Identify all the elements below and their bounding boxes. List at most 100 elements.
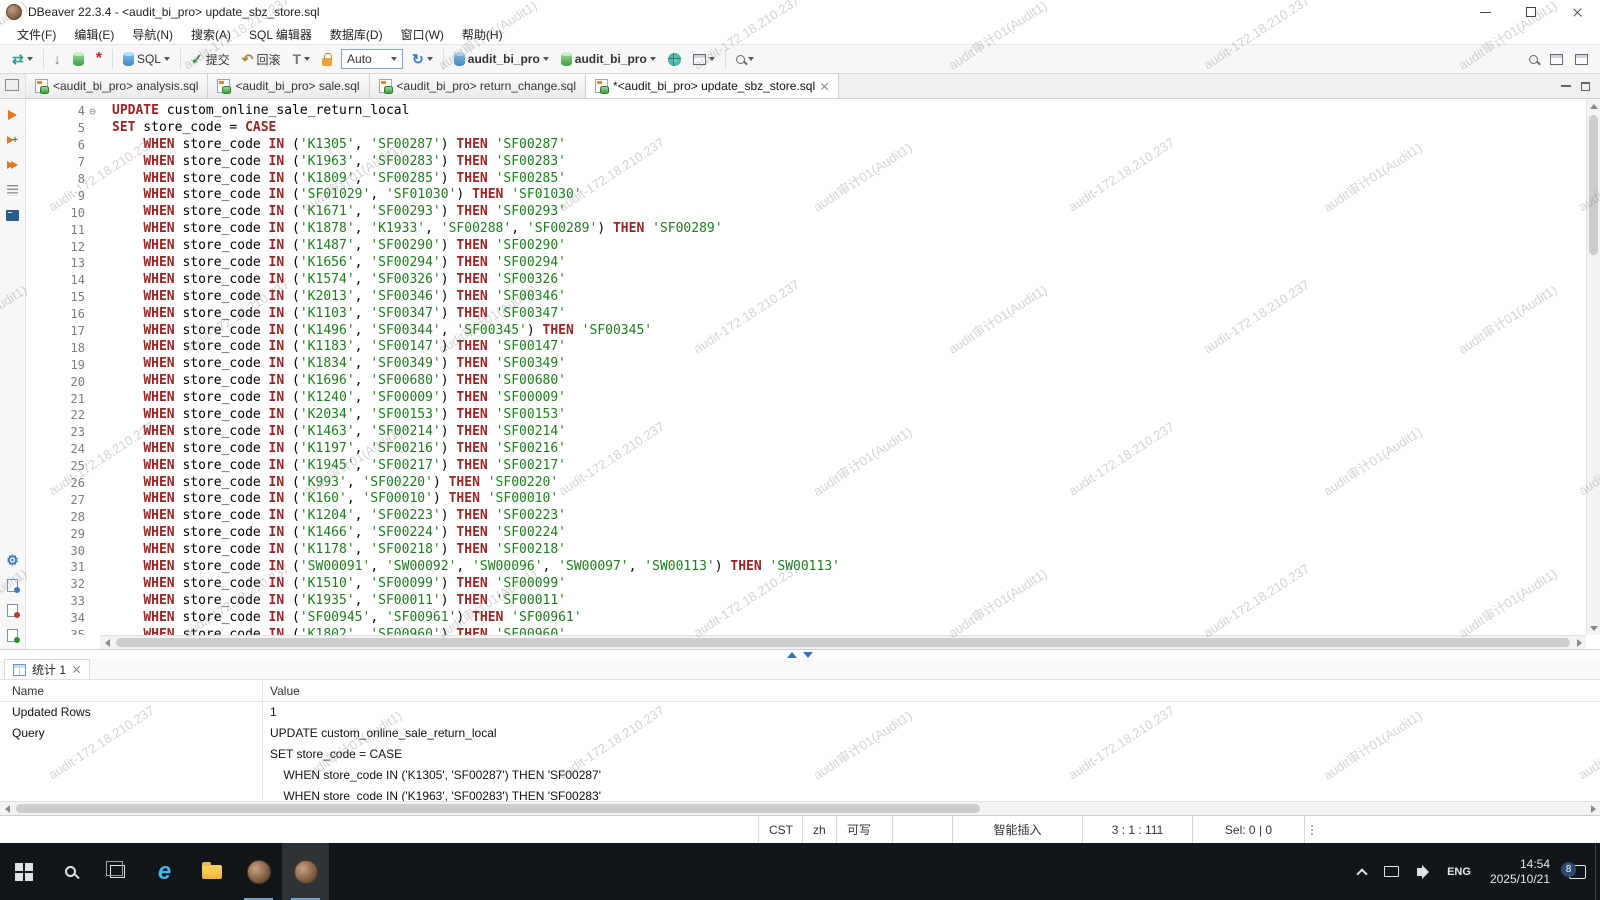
menu-item-3[interactable]: 导航(N) [123,24,182,45]
refresh-icon: ↻ [412,52,424,66]
auto-refresh-button[interactable]: ↻ [409,50,436,68]
menu-item-6[interactable]: 数据库(D) [321,24,392,45]
results-scroll-thumb[interactable] [16,804,980,813]
execute-new-tab-button[interactable]: + [5,132,21,148]
status-caret-position[interactable]: 3 : 1 : 111 [1082,816,1192,843]
rollback-button[interactable]: ↶ 回滚 [239,49,284,70]
code-line: WHEN store_code IN ('SW00091', 'SW00092'… [112,559,1586,576]
line-number: 32 [26,576,100,593]
vertical-scroll-thumb[interactable] [1589,115,1598,255]
statistics-tab[interactable]: 统计 1 [4,659,90,679]
table-row[interactable]: Updated Rows1 [0,702,1600,723]
scroll-down-arrow[interactable] [1587,621,1600,635]
tab-label: *<audit_bi_pro> update_sbz_store.sql [613,79,815,93]
maximize-editor-button[interactable] [1581,82,1590,91]
tray-display-button[interactable] [1375,843,1408,900]
commit-button[interactable]: ✓ 提交 [188,49,233,70]
start-button[interactable] [0,843,47,900]
connect-database-button[interactable]: ⇄ [9,50,36,68]
input-language-button[interactable]: ENG [1438,843,1480,900]
fold-collapse-icon[interactable]: ⊖ [85,105,100,118]
sync-connection-button[interactable] [70,51,87,68]
table-row[interactable]: SET store_code = CASE [0,744,1600,765]
network-profile-button[interactable] [665,51,684,68]
status-insert-mode[interactable]: 智能插入 [952,816,1082,843]
menu-item-4[interactable]: 搜索(A) [182,24,240,45]
horizontal-scrollbar[interactable] [100,635,1586,649]
menu-item-2[interactable]: 编辑(E) [65,24,123,45]
clock[interactable]: 14:54 2025/10/21 [1480,843,1560,900]
chevron-up-icon [1356,868,1367,879]
editor-tab-3[interactable]: <audit_bi_pro> return_change.sql [370,74,586,98]
vertical-scrollbar[interactable] [1586,99,1600,635]
scroll-left-arrow[interactable] [0,802,14,815]
sql-console-button[interactable] [5,207,21,223]
sql-editor[interactable]: 4⊖56789101112131415161718192021222324252… [26,99,1600,649]
scroll-left-arrow[interactable] [100,636,114,649]
volume-button[interactable] [1408,843,1438,900]
scroll-up-arrow[interactable] [1587,99,1600,113]
scroll-right-arrow[interactable] [1586,802,1600,815]
toggle-layout-button[interactable] [1572,52,1591,67]
scroll-right-arrow[interactable] [1572,636,1586,649]
line-number: 21 [26,390,100,407]
menu-item-5[interactable]: SQL 编辑器 [240,24,321,45]
schema-selector[interactable]: audit_bi_pro [558,50,659,68]
quick-search-button[interactable] [1526,53,1541,66]
table-row[interactable]: WHEN store_code IN ('K1963', 'SF00283') … [0,786,1600,801]
search-dropdown-button[interactable] [733,53,757,66]
commit-mode-combo[interactable]: Auto [341,49,403,69]
results-horizontal-scrollbar[interactable] [0,801,1600,815]
taskbar-search-button[interactable] [47,843,94,900]
menu-item-1[interactable]: 文件(F) [8,24,65,45]
fetch-metadata-button[interactable]: ↓ [51,50,64,68]
transaction-log-button[interactable]: T [289,50,313,68]
open-perspective-button[interactable] [1547,52,1566,67]
code-area[interactable]: UPDATE custom_online_sale_return_localSE… [100,99,1586,635]
editor-settings-button[interactable]: ⚙ [5,552,21,568]
splitter-up-icon[interactable] [787,652,797,658]
horizontal-scroll-thumb[interactable] [116,638,1570,647]
export-report-button[interactable] [5,602,21,618]
close-button[interactable] [1554,0,1600,24]
grid-icon [13,664,26,676]
export-page-icon [7,579,18,592]
editor-tab-2[interactable]: <audit_bi_pro> sale.sql [208,74,369,98]
dbeaver-taskbar-button-1[interactable] [235,843,282,900]
table-row[interactable]: QueryUPDATE custom_online_sale_return_lo… [0,723,1600,744]
task-view-button[interactable] [94,843,141,900]
database-selector[interactable]: audit_bi_pro [451,50,552,68]
new-sql-editor-button[interactable]: SQL [120,50,173,68]
execute-statement-button[interactable] [5,107,21,123]
menu-item-7[interactable]: 窗口(W) [392,24,453,45]
invalidate-connection-button[interactable]: * [93,50,105,68]
explain-plan-button[interactable] [5,182,21,198]
internet-explorer-button[interactable]: e [141,843,188,900]
execute-script-button[interactable] [5,157,21,173]
table-row[interactable]: WHEN store_code IN ('K1305', 'SF00287') … [0,765,1600,786]
action-center-button[interactable]: 8 [1560,843,1595,900]
editor-tab-4[interactable]: *<audit_bi_pro> update_sbz_store.sql [586,74,839,98]
show-desktop-button[interactable] [1595,843,1600,900]
restore-views-button[interactable] [0,74,26,98]
rollback-icon: ↶ [242,52,254,66]
notification-icon: 8 [1569,865,1586,879]
schema-icon [561,53,572,66]
file-explorer-button[interactable] [188,843,235,900]
transaction-lock-button[interactable] [319,51,335,68]
panel-splitter[interactable] [0,649,1600,659]
export-data-button[interactable] [5,627,21,643]
splitter-down-icon[interactable] [803,652,813,658]
result-layout-button[interactable] [690,52,718,67]
editor-tab-1[interactable]: <audit_bi_pro> analysis.sql [26,74,208,98]
minimize-button[interactable] [1462,0,1508,24]
tray-expand-button[interactable] [1349,843,1375,900]
minimize-editor-button[interactable] [1561,85,1571,87]
code-line: WHEN store_code IN ('K1183', 'SF00147') … [112,339,1586,356]
menu-item-8[interactable]: 帮助(H) [453,24,512,45]
maximize-button[interactable] [1508,0,1554,24]
close-tab-icon[interactable] [72,665,81,674]
dbeaver-taskbar-button-2[interactable] [282,843,329,900]
close-tab-icon[interactable] [820,82,829,91]
export-result-button[interactable] [5,577,21,593]
